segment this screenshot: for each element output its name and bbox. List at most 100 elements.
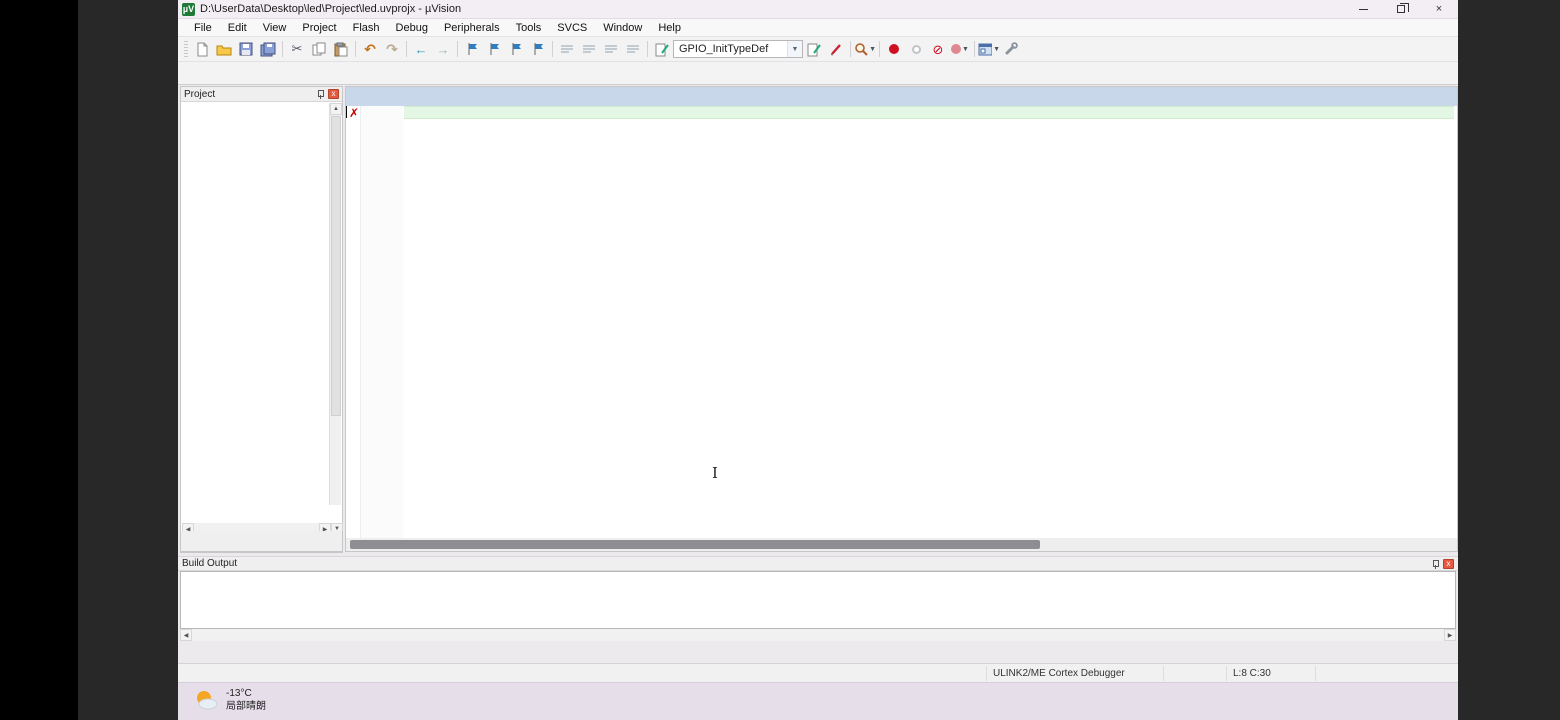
configure-icon[interactable] (1000, 39, 1022, 59)
desktop-screen: µV D:\UserData\Desktop\led\Project\led.u… (178, 0, 1458, 720)
symbol-combobox[interactable]: GPIO_InitTypeDef ▼ (673, 40, 803, 58)
save-icon[interactable] (235, 39, 257, 59)
nav-back-icon[interactable]: ← (410, 39, 432, 59)
toolbar-separator (282, 41, 283, 57)
bookmark-clear-icon[interactable] (527, 39, 549, 59)
breakpoint-enable-icon[interactable] (905, 39, 927, 59)
unindent-icon[interactable] (556, 39, 578, 59)
menu-flash[interactable]: Flash (345, 19, 388, 36)
workspace: Project x ▲ ◀ ▶ ▼ (178, 85, 1458, 553)
open-file-icon[interactable] (213, 39, 235, 59)
function-editor-icon[interactable] (651, 39, 673, 59)
taskbar: -13°C 局部晴朗 (178, 682, 1458, 720)
pin-icon[interactable] (1430, 559, 1440, 569)
project-panel: Project x ▲ ◀ ▶ ▼ (180, 86, 343, 553)
toolbar-grip (184, 41, 188, 57)
project-panel-header: Project x (181, 87, 342, 102)
comment-icon[interactable] (600, 39, 622, 59)
toolbar-separator (552, 41, 553, 57)
scroll-left-icon[interactable]: ◀ (180, 629, 192, 641)
code-lines (413, 106, 1457, 538)
toolbar-file: ✂↶↷←→GPIO_InitTypeDef▼▼⊘▼▼ (178, 37, 1458, 62)
close-button[interactable]: × (1420, 0, 1458, 18)
paste-icon[interactable] (330, 39, 352, 59)
uvision-app-icon: µV (182, 3, 195, 16)
browse-info-icon[interactable] (803, 39, 825, 59)
save-all-icon[interactable] (257, 39, 279, 59)
menu-debug[interactable]: Debug (388, 19, 436, 36)
symbol-combobox-value: GPIO_InitTypeDef (679, 43, 768, 55)
weather-widget[interactable]: -13°C 局部晴朗 (192, 687, 266, 713)
letterbox-left-gray (78, 0, 178, 720)
bookmark-toggle-icon[interactable] (461, 39, 483, 59)
weather-desc: 局部晴朗 (226, 700, 266, 713)
build-output-panel: Build Output x ◀ ▶ (178, 553, 1458, 663)
ibeam-cursor: I (712, 464, 718, 482)
toolbar-separator (647, 41, 648, 57)
cut-icon[interactable]: ✂ (286, 39, 308, 59)
toolbar-build (178, 62, 1458, 85)
menu-svcs[interactable]: SVCS (549, 19, 595, 36)
restore-button[interactable] (1382, 0, 1420, 18)
editor-hscrollbar[interactable] (346, 538, 1457, 551)
letterbox-left (0, 0, 78, 720)
editor-hscroll-thumb[interactable] (350, 540, 1040, 549)
redo-icon[interactable]: ↷ (381, 39, 403, 59)
new-file-icon[interactable] (191, 39, 213, 59)
editor-tab-bar (346, 87, 1457, 106)
find-in-files-icon[interactable]: ▼ (854, 39, 876, 59)
build-output-header: Build Output x (178, 556, 1458, 571)
undo-icon[interactable]: ↶ (359, 39, 381, 59)
build-output-hscrollbar[interactable]: ◀ ▶ (180, 629, 1456, 641)
uncomment-icon[interactable] (622, 39, 644, 59)
toolbar-separator (974, 41, 975, 57)
breakpoint-kill-icon[interactable]: ⊘ (927, 39, 949, 59)
letterbox-stage: µV D:\UserData\Desktop\led\Project\led.u… (0, 0, 1560, 720)
project-panel-tabs (180, 531, 343, 552)
breakpoint-disable-icon[interactable]: ▼ (949, 39, 971, 59)
breakpoint-insert-icon[interactable] (883, 39, 905, 59)
debug-windows-icon[interactable]: ▼ (978, 39, 1000, 59)
build-output-title: Build Output (182, 558, 237, 569)
close-panel-icon[interactable]: x (1443, 559, 1454, 569)
line-number-gutter (361, 106, 403, 538)
text-caret (346, 106, 347, 118)
indent-icon[interactable] (578, 39, 600, 59)
cursor-position: L:8 C:30 (1226, 666, 1316, 681)
letterbox-right (1458, 0, 1560, 720)
menu-file[interactable]: File (186, 19, 220, 36)
menu-help[interactable]: Help (650, 19, 689, 36)
keyboard-flags (1316, 666, 1454, 681)
tree-vscrollbar[interactable]: ▲ (329, 103, 341, 505)
editor-margin: ✗ (346, 106, 361, 538)
menu-edit[interactable]: Edit (220, 19, 255, 36)
annotate-icon[interactable] (825, 39, 847, 59)
toolbar-separator (850, 41, 851, 57)
editor-area: ✗ (345, 86, 1458, 552)
menu-tools[interactable]: Tools (508, 19, 550, 36)
build-output-content[interactable] (180, 571, 1456, 629)
toolbar-separator (457, 41, 458, 57)
copy-icon[interactable] (308, 39, 330, 59)
scroll-up-icon[interactable]: ▲ (330, 103, 342, 115)
menu-window[interactable]: Window (595, 19, 650, 36)
menu-view[interactable]: View (255, 19, 295, 36)
code-editor[interactable]: ✗ (346, 106, 1457, 538)
bookmark-next-icon[interactable] (505, 39, 527, 59)
pin-icon[interactable] (315, 89, 325, 99)
close-panel-icon[interactable]: x (328, 89, 339, 99)
toolbar-separator (879, 41, 880, 57)
nav-forward-icon[interactable]: → (432, 39, 454, 59)
fold-gutter (403, 106, 413, 538)
toolbar-separator (355, 41, 356, 57)
tree-vscroll-thumb[interactable] (331, 116, 341, 416)
menu-peripherals[interactable]: Peripherals (436, 19, 508, 36)
scroll-right-icon[interactable]: ▶ (1444, 629, 1456, 641)
bookmark-prev-icon[interactable] (483, 39, 505, 59)
chevron-down-icon[interactable]: ▼ (787, 41, 802, 57)
menu-project[interactable]: Project (294, 19, 344, 36)
weather-icon (192, 688, 220, 712)
minimize-button[interactable] (1344, 0, 1382, 18)
error-marker-icon: ✗ (349, 106, 359, 120)
project-tree (181, 102, 329, 505)
